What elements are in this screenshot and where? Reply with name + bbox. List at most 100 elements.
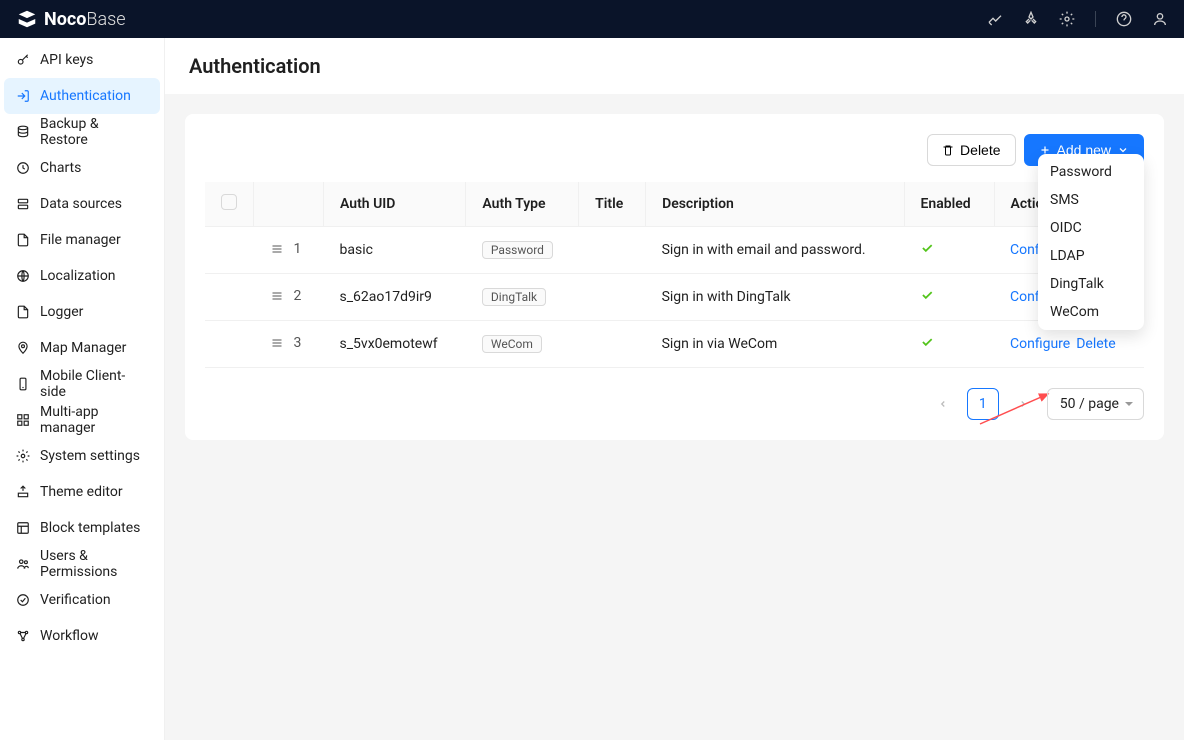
help-icon[interactable] [1116, 11, 1132, 27]
sidebar-item-label: Block templates [40, 520, 140, 536]
sidebar-item-backup-restore[interactable]: Backup & Restore [4, 114, 160, 150]
dropdown-item-ldap[interactable]: LDAP [1038, 242, 1144, 270]
rocket-icon[interactable] [1023, 11, 1039, 27]
cell-select [205, 321, 254, 368]
main-content: Authentication Delete Add new PasswordSM… [165, 38, 1184, 740]
gear-icon[interactable] [1059, 11, 1075, 27]
verify-icon [16, 593, 30, 607]
header-divider [1095, 11, 1096, 27]
cell-type: WeCom [466, 321, 579, 368]
th-type[interactable]: Auth Type [466, 182, 579, 227]
th-enabled[interactable]: Enabled [904, 182, 994, 227]
table-row: 2s_62ao17d9ir9DingTalkSign in with DingT… [205, 274, 1144, 321]
sidebar-item-label: Map Manager [40, 340, 126, 356]
sidebar-item-api-keys[interactable]: API keys [4, 42, 160, 78]
header-actions [987, 11, 1168, 27]
sidebar-item-system-settings[interactable]: System settings [4, 438, 160, 474]
sidebar-item-map-manager[interactable]: Map Manager [4, 330, 160, 366]
dropdown-item-wecom[interactable]: WeCom [1038, 298, 1144, 326]
auth-type-tag: WeCom [482, 335, 542, 353]
table-row: 3s_5vx0emotewfWeComSign in via WeComConf… [205, 321, 1144, 368]
table-row: 1basicPasswordSign in with email and pas… [205, 227, 1144, 274]
cell-title [579, 227, 646, 274]
check-icon [920, 290, 934, 306]
workflow-icon [16, 629, 30, 643]
sidebar-item-file-manager[interactable]: File manager [4, 222, 160, 258]
th-title[interactable]: Title [579, 182, 646, 227]
user-icon[interactable] [1152, 11, 1168, 27]
check-icon [920, 243, 934, 259]
sidebar-item-users-permissions[interactable]: Users & Permissions [4, 546, 160, 582]
template-icon [16, 521, 30, 535]
pagination-page-1[interactable]: 1 [967, 388, 999, 420]
dropdown-item-sms[interactable]: SMS [1038, 186, 1144, 214]
drag-handle[interactable]: 1 [270, 241, 302, 257]
sidebar-item-mobile-client-side[interactable]: Mobile Client-side [4, 366, 160, 402]
trash-icon [942, 144, 954, 156]
add-new-dropdown: PasswordSMSOIDCLDAPDingTalkWeCom [1038, 154, 1144, 330]
gear-icon [16, 449, 30, 463]
sidebar-item-label: Multi-app manager [40, 404, 148, 436]
cell-type: DingTalk [466, 274, 579, 321]
clear-icon[interactable] [987, 11, 1003, 27]
users-icon [16, 557, 30, 571]
configure-link[interactable]: Configure [1010, 336, 1070, 352]
cell-enabled [904, 321, 994, 368]
sidebar-item-localization[interactable]: Localization [4, 258, 160, 294]
cell-enabled [904, 227, 994, 274]
dropdown-item-password[interactable]: Password [1038, 158, 1144, 186]
sidebar-item-block-templates[interactable]: Block templates [4, 510, 160, 546]
th-select [205, 182, 254, 227]
sidebar-item-label: Charts [40, 160, 81, 176]
sidebar-item-multi-app-manager[interactable]: Multi-app manager [4, 402, 160, 438]
app-header: NocoBase [0, 0, 1184, 38]
sidebar-item-label: File manager [40, 232, 121, 248]
select-all-checkbox[interactable] [221, 194, 237, 210]
auth-card: Delete Add new PasswordSMSOIDCLDAPDingTa… [185, 114, 1164, 440]
th-uid[interactable]: Auth UID [324, 182, 466, 227]
cell-uid: s_5vx0emotewf [324, 321, 466, 368]
auth-type-tag: Password [482, 241, 553, 259]
sidebar-item-authentication[interactable]: Authentication [4, 78, 160, 114]
page-size-select[interactable]: 50 / page [1047, 388, 1144, 420]
cell-select [205, 227, 254, 274]
dropdown-item-dingtalk[interactable]: DingTalk [1038, 270, 1144, 298]
cell-enabled [904, 274, 994, 321]
sidebar-item-label: Verification [40, 592, 111, 608]
toolbar: Delete Add new [205, 134, 1144, 166]
globe-icon [16, 269, 30, 283]
delete-link[interactable]: Delete [1076, 336, 1115, 352]
sidebar-item-data-sources[interactable]: Data sources [4, 186, 160, 222]
file-icon [16, 233, 30, 247]
drag-handle[interactable]: 3 [270, 335, 302, 351]
sidebar-item-charts[interactable]: Charts [4, 150, 160, 186]
cell-uid: s_62ao17d9ir9 [324, 274, 466, 321]
sidebar-item-label: Authentication [40, 88, 131, 104]
key-icon [16, 53, 30, 67]
theme-icon [16, 485, 30, 499]
th-desc[interactable]: Description [646, 182, 904, 227]
cell-title [579, 274, 646, 321]
cell-handle: 3 [254, 321, 324, 368]
sidebar-item-label: Data sources [40, 196, 122, 212]
logo-icon [16, 8, 38, 30]
dropdown-item-oidc[interactable]: OIDC [1038, 214, 1144, 242]
sidebar-item-label: Logger [40, 304, 83, 320]
cell-select [205, 274, 254, 321]
pagination-prev[interactable] [927, 388, 959, 420]
sidebar-item-theme-editor[interactable]: Theme editor [4, 474, 160, 510]
cell-handle: 2 [254, 274, 324, 321]
sidebar-item-logger[interactable]: Logger [4, 294, 160, 330]
sidebar-item-label: API keys [40, 52, 93, 68]
sidebar-item-workflow[interactable]: Workflow [4, 618, 160, 654]
clock-icon [16, 161, 30, 175]
cell-handle: 1 [254, 227, 324, 274]
backup-icon [16, 125, 30, 139]
logo[interactable]: NocoBase [16, 8, 126, 30]
sidebar-item-verification[interactable]: Verification [4, 582, 160, 618]
cell-type: Password [466, 227, 579, 274]
drag-handle[interactable]: 2 [270, 288, 302, 304]
pagination-next[interactable] [1007, 388, 1039, 420]
delete-button[interactable]: Delete [927, 134, 1015, 166]
datasource-icon [16, 197, 30, 211]
